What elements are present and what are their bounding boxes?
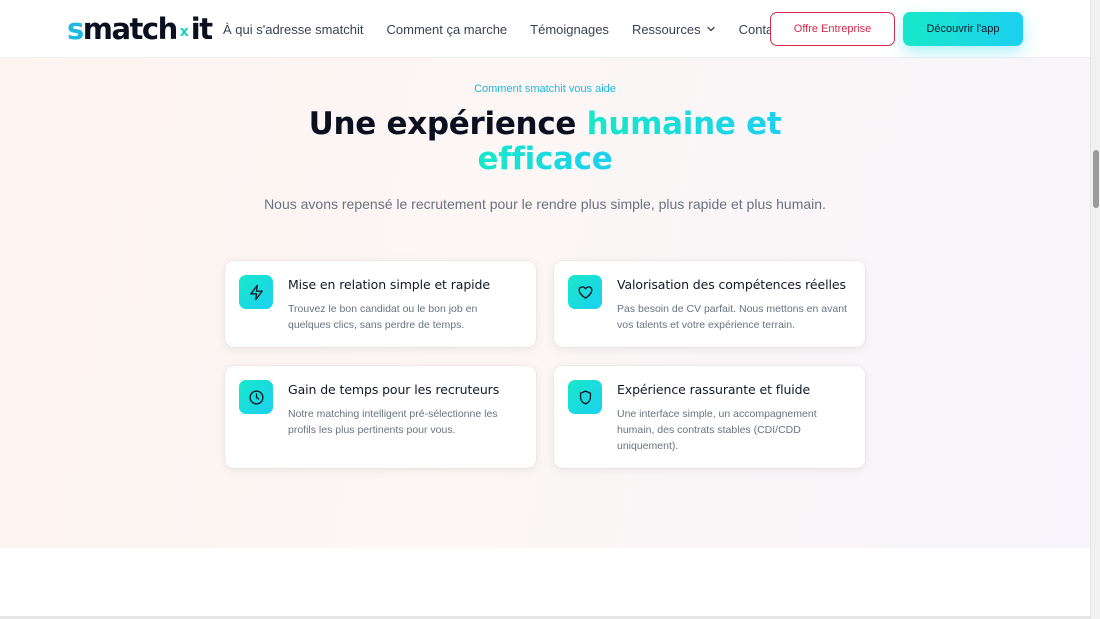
nav-link-resources[interactable]: Ressources [632,22,716,37]
page-scrollbar[interactable] [1090,0,1100,619]
section-subtitle: Nous avons repensé le recrutement pour l… [264,196,826,212]
feature-card-skills: Valorisation des compétences réelles Pas… [554,261,865,347]
feature-card-title: Valorisation des compétences réelles [617,277,846,292]
smatchit-logo[interactable]: s match x it [67,12,213,46]
nav-link-how-it-works[interactable]: Comment ça marche [387,22,508,37]
main-nav: À qui s'adresse smatchit Comment ça marc… [223,0,783,58]
site-header: s match x it À qui s'adresse smatchit Comme… [0,0,1090,58]
feature-card-title: Expérience rassurante et fluide [617,382,811,397]
discover-app-button[interactable]: Découvrir l'app [903,12,1023,46]
feature-card-title: Mise en relation simple et rapide [288,277,490,292]
logo-part-match: match [82,12,179,46]
feature-card-text: Notre matching intelligent pré-sélection… [288,408,498,436]
section-title-accent-1: humaine et [586,106,782,142]
feature-card-text: Une interface simple, un accompagnement … [617,408,817,452]
logo-separator: x [179,24,189,40]
nav-link-testimonials[interactable]: Témoignages [530,22,609,37]
section-title-accent-2: efficace [477,141,613,177]
nav-link-resources-label: Ressources [631,21,701,37]
feature-card-time: Gain de temps pour les recruteurs Notre … [225,366,536,468]
feature-card-matching: Mise en relation simple et rapide Trouve… [225,261,536,347]
section-title-plain: Une expérience [308,106,577,142]
feature-card-text: Trouvez le bon candidat ou le bon job en… [288,303,478,331]
lightning-icon [239,275,273,309]
shield-icon [568,380,602,414]
logo-part-s: s [67,12,84,46]
chevron-down-icon [706,26,715,32]
heart-icon [568,275,602,309]
feature-card-title: Gain de temps pour les recruteurs [288,382,500,397]
feature-card-text: Pas besoin de CV parfait. Nous mettons e… [617,303,847,331]
section-eyebrow: Comment smatchit vous aide [474,83,616,95]
logo-part-it: it [190,12,213,46]
features-section: Comment smatchit vous aide Une expérienc… [0,58,1090,548]
scrollbar-thumb[interactable] [1093,150,1099,208]
nav-link-audience[interactable]: À qui s'adresse smatchit [223,22,364,37]
feature-card-experience: Expérience rassurante et fluide Une inte… [554,366,865,468]
section-title: Une expérience humaine et efficace [0,107,1090,177]
offre-entreprise-button[interactable]: Offre Entreprise [770,12,895,46]
clock-icon [239,380,273,414]
